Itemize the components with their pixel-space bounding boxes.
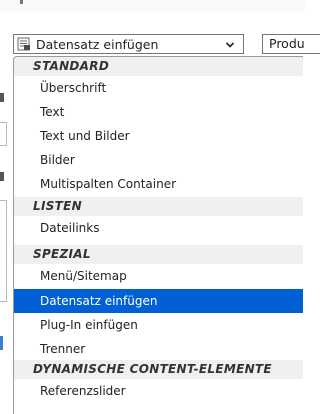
option-group-spezial: SPEZIAL	[14, 245, 303, 264]
option-multispalten-container[interactable]: Multispalten Container	[14, 172, 303, 196]
background-link-marker	[0, 336, 3, 350]
content-type-select[interactable]: Datensatz einfügen	[13, 34, 244, 54]
record-list-icon	[17, 37, 31, 51]
option-text-und-bilder[interactable]: Text und Bilder	[14, 124, 303, 148]
option-referenzslider[interactable]: Referenzslider	[14, 379, 303, 403]
background-marker	[0, 93, 4, 102]
content-type-select-value: Datensatz einfügen	[36, 36, 159, 52]
page-background-strip	[0, 0, 305, 12]
option-menue-sitemap[interactable]: Menü/Sitemap	[14, 264, 303, 288]
background-field	[0, 122, 7, 146]
background-marker	[0, 172, 4, 181]
second-select[interactable]: Produ	[262, 34, 320, 54]
option-group-standard: STANDARD	[14, 57, 303, 76]
option-group-dynamische-content-elemente: DYNAMISCHE CONTENT-ELEMENTE	[14, 360, 303, 379]
option-plug-in-einfuegen[interactable]: Plug-In einfügen	[14, 313, 303, 337]
option-bilder[interactable]: Bilder	[14, 148, 303, 172]
content-type-dropdown-list[interactable]: STANDARD Überschrift Text Text und Bilde…	[13, 56, 303, 414]
option-datensatz-einfuegen[interactable]: Datensatz einfügen	[14, 289, 303, 313]
background-field	[0, 200, 7, 302]
option-trenner[interactable]: Trenner	[14, 337, 303, 361]
option-group-listen: LISTEN	[14, 197, 303, 216]
option-ueberschrift[interactable]: Überschrift	[14, 76, 303, 100]
chevron-down-icon	[225, 39, 235, 49]
option-text[interactable]: Text	[14, 100, 303, 124]
background-tick	[20, 0, 23, 4]
option-dateilinks[interactable]: Dateilinks	[14, 216, 303, 240]
